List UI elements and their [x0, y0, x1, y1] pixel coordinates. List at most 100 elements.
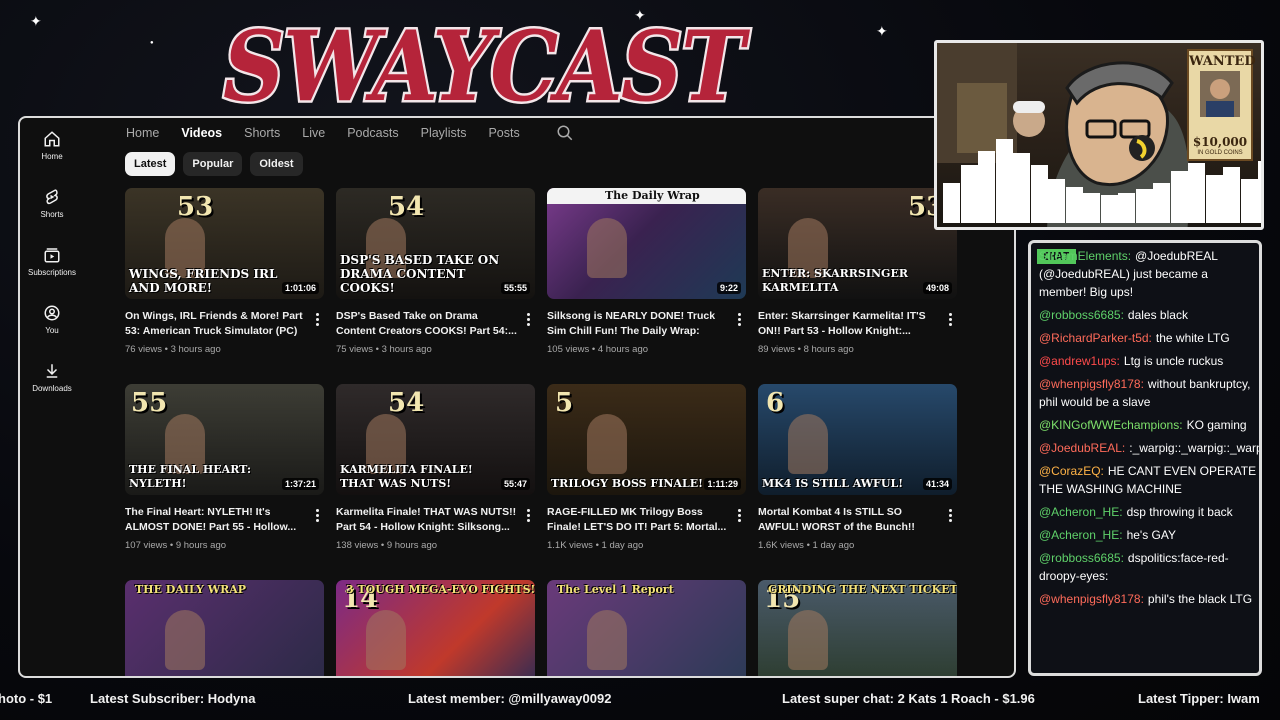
chat-message: @CorazEQ: HE CANT EVEN OPERATE THE WASHIN…	[1039, 462, 1257, 498]
video-duration: 49:08	[922, 282, 952, 294]
more-options-icon[interactable]	[312, 312, 322, 326]
video-card[interactable]: 53 ENTER: SKARRSINGER KARMELITA 49:08 Enter…	[758, 188, 957, 355]
youtube-channel-window: Home Shorts Subscriptions You Downloads …	[18, 116, 1016, 678]
sidebar-item-home[interactable]: Home	[20, 130, 84, 161]
more-options-icon[interactable]	[945, 508, 955, 522]
tab-playlists[interactable]: Playlists	[421, 126, 467, 140]
thumbnail-episode-number: 6	[766, 388, 785, 418]
video-title[interactable]: On Wings, IRL Friends & More! Part 53: A…	[125, 309, 309, 339]
chat-message: StreamElements: @JoedubREAL (@JoedubREAL)…	[1039, 247, 1257, 301]
ticker-item: Latest Tipper: Iwam	[1138, 691, 1260, 706]
chat-panel: CHAT StreamElements: @JoedubREAL (@Joedub…	[1028, 240, 1262, 676]
sidebar-item-label: Home	[41, 152, 63, 161]
more-options-icon[interactable]	[523, 508, 533, 522]
ticker-item: Latest member: @millyaway0092	[408, 691, 612, 706]
video-title[interactable]: DSP's Based Take on Drama Content Creato…	[336, 309, 520, 339]
video-duration: 1:11:29	[704, 478, 741, 490]
video-title[interactable]: Karmelita Finale! THAT WAS NUTS!! Part 5…	[336, 505, 520, 535]
video-thumbnail[interactable]: 55 THE FINAL HEART: NYLETH! 1:37:21	[125, 384, 324, 495]
chip-popular[interactable]: Popular	[183, 152, 243, 176]
video-duration: 9:22	[716, 282, 741, 294]
subscriptions-icon	[44, 248, 60, 263]
sidebar-item-label: Shorts	[40, 210, 64, 219]
video-meta: 89 views • 8 hours ago	[758, 344, 854, 355]
chat-messages: StreamElements: @JoedubREAL (@JoedubREAL)…	[1039, 247, 1259, 613]
video-thumbnail[interactable]: 15 GRINDING THE NEXT TICKET!	[758, 580, 957, 676]
chat-text: he's GAY	[1126, 528, 1176, 542]
sidebar-item-downloads[interactable]: Downloads	[20, 362, 84, 393]
chat-message: @whenpigsfly8178: phil's the black LTG	[1039, 590, 1257, 608]
video-card[interactable]: 15 GRINDING THE NEXT TICKET!	[758, 580, 957, 676]
more-options-icon[interactable]	[945, 312, 955, 326]
video-card[interactable]: 6 MK4 IS STILL AWFUL! 41:34 Mortal Kombat 4…	[758, 384, 957, 551]
video-thumbnail[interactable]: 6 MK4 IS STILL AWFUL! 41:34	[758, 384, 957, 495]
video-card[interactable]: The Level 1 Report	[547, 580, 746, 676]
more-options-icon[interactable]	[734, 508, 744, 522]
visualizer-bar	[978, 151, 995, 223]
video-thumbnail[interactable]: 14 3 TOUGH MEGA-EVO FIGHTS!	[336, 580, 535, 676]
sidebar-item-you[interactable]: You	[20, 304, 84, 335]
tab-videos[interactable]: Videos	[181, 126, 222, 140]
thumbnail-text: 3 TOUGH MEGA-EVO FIGHTS!	[346, 583, 535, 596]
chip-latest[interactable]: Latest	[125, 152, 176, 176]
video-duration: 1:37:21	[281, 478, 319, 490]
chat-message: @whenpigsfly8178: without bankruptcy, phi…	[1039, 375, 1257, 411]
tab-posts[interactable]: Posts	[488, 126, 519, 140]
video-card[interactable]: 53 WINGS, FRIENDS IRL AND MORE! 1:01:06 On …	[125, 188, 324, 355]
more-options-icon[interactable]	[312, 508, 322, 522]
video-card[interactable]: 54 KARMELITA FINALE! THAT WAS NUTS! 55:47 K…	[336, 384, 535, 551]
video-thumbnail[interactable]: 53 WINGS, FRIENDS IRL AND MORE! 1:01:06	[125, 188, 324, 299]
visualizer-bar	[1223, 167, 1240, 223]
tab-home[interactable]: Home	[126, 126, 159, 140]
video-thumbnail[interactable]: The Daily Wrap 9:22	[547, 188, 746, 299]
video-card[interactable]: THE DAILY WRAP	[125, 580, 324, 676]
video-thumbnail[interactable]: THE DAILY WRAP	[125, 580, 324, 676]
poster-sub: IN GOLD COINS	[1197, 150, 1243, 156]
ticker-item: Latest super chat: 2 Kats 1 Roach - $1.9…	[782, 691, 1035, 706]
video-duration: 41:34	[922, 478, 952, 490]
thumbnail-episode-number: 55	[131, 388, 168, 418]
chat-text: the white LTG	[1155, 331, 1230, 345]
tab-live[interactable]: Live	[302, 126, 325, 140]
chip-oldest[interactable]: Oldest	[250, 152, 303, 176]
video-title[interactable]: RAGE-FILLED MK Trilogy Boss Finale! LET'…	[547, 505, 731, 535]
thumbnail-figure	[788, 610, 828, 670]
thumbnail-figure	[788, 414, 828, 474]
video-title[interactable]: Silksong is NEARLY DONE! Truck Sim Chill…	[547, 309, 731, 339]
thumbnail-figure	[587, 610, 627, 670]
video-thumbnail[interactable]: 5 TRILOGY BOSS FINALE! 1:11:29	[547, 384, 746, 495]
video-thumbnail[interactable]: The Level 1 Report	[547, 580, 746, 676]
thumbnail-text: GRINDING THE NEXT TICKET!	[768, 583, 957, 596]
thumbnail-text: The Daily Wrap	[605, 189, 700, 202]
more-options-icon[interactable]	[734, 312, 744, 326]
thumbnail-episode-number: 54	[388, 192, 425, 222]
video-duration: 55:55	[500, 282, 530, 294]
video-thumbnail[interactable]: 53 ENTER: SKARRSINGER KARMELITA 49:08	[758, 188, 957, 299]
video-card[interactable]: 5 TRILOGY BOSS FINALE! 1:11:29 RAGE-FILLED …	[547, 384, 746, 551]
video-title[interactable]: The Final Heart: NYLETH! It's ALMOST DON…	[125, 505, 309, 535]
sidebar-item-shorts[interactable]: Shorts	[20, 188, 84, 219]
more-options-icon[interactable]	[523, 312, 533, 326]
chat-message: @Acheron_HE: he's GAY	[1039, 526, 1257, 544]
video-title[interactable]: Enter: Skarrsinger Karmelita! IT'S ON!! …	[758, 309, 942, 339]
video-duration: 55:47	[500, 478, 530, 490]
video-card[interactable]: 54 DSP'S BASED TAKE ON DRAMA CONTENT COOK…	[336, 188, 535, 355]
video-card[interactable]: 14 3 TOUGH MEGA-EVO FIGHTS!	[336, 580, 535, 676]
chat-username: @Acheron_HE:	[1039, 505, 1123, 519]
chat-text: KO gaming	[1186, 418, 1247, 432]
tab-podcasts[interactable]: Podcasts	[347, 126, 398, 140]
stream-overlay: ✦ ● ✦ ✦ SWAYCAST Home Shorts Subscriptio…	[0, 0, 1280, 720]
video-duration: 1:01:06	[281, 282, 319, 294]
tab-shorts[interactable]: Shorts	[244, 126, 280, 140]
video-thumbnail[interactable]: 54 KARMELITA FINALE! THAT WAS NUTS! 55:47	[336, 384, 535, 495]
webcam-frame: WANTED $10,000 IN GOLD COINS	[934, 40, 1264, 230]
video-card[interactable]: The Daily Wrap 9:22 Silksong is NEARLY DON…	[547, 188, 746, 355]
sidebar-item-subscriptions[interactable]: Subscriptions	[20, 246, 84, 277]
search-icon[interactable]	[556, 124, 574, 142]
thumbnail-text: WINGS, FRIENDS IRL AND MORE!	[129, 267, 278, 295]
video-title[interactable]: Mortal Kombat 4 Is STILL SO AWFUL! WORST…	[758, 505, 942, 535]
visualizer-bar	[1013, 153, 1030, 223]
visualizer-bar	[1048, 179, 1065, 223]
video-card[interactable]: 55 THE FINAL HEART: NYLETH! 1:37:21 The Fin…	[125, 384, 324, 551]
video-thumbnail[interactable]: 54 DSP'S BASED TAKE ON DRAMA CONTENT COOK…	[336, 188, 535, 299]
